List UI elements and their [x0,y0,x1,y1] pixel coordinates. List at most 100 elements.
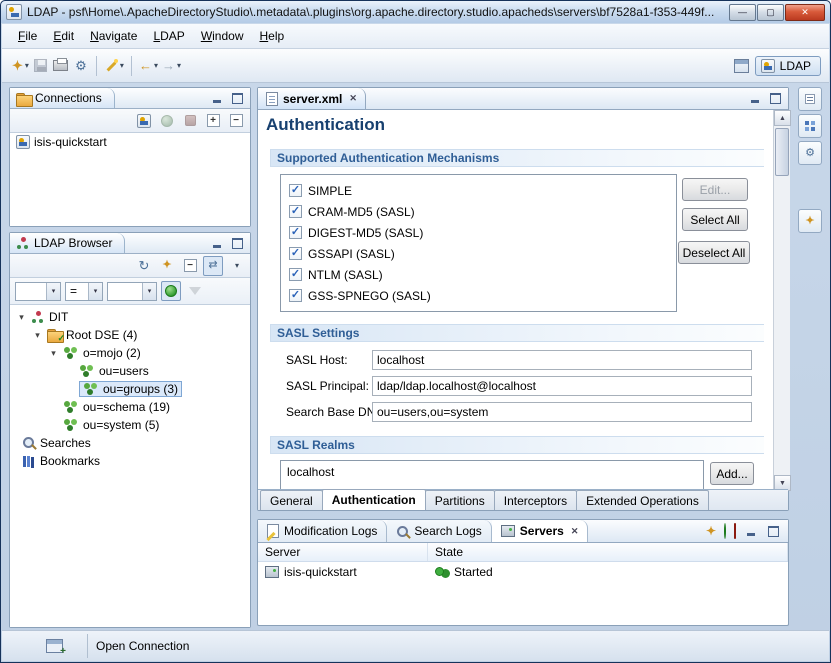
close-connection-button[interactable] [180,111,200,131]
minimize-view-button[interactable] [210,237,224,249]
open-connection-button[interactable] [157,111,177,131]
maximize-button[interactable]: ▢ [757,4,784,21]
selected-tree-item[interactable]: ou=groups (3) [79,381,182,397]
maximize-view-button[interactable] [230,237,244,249]
search-base-dn-input[interactable] [372,402,752,422]
tree-item-dit[interactable]: ▾ DIT [10,308,250,326]
select-all-button[interactable]: Select All [682,208,748,231]
column-header-server[interactable]: Server [258,543,428,561]
sasl-realms-section-header[interactable]: SASL Realms [270,436,764,454]
qs-attribute-combo[interactable]: ▾ [15,282,61,301]
checkbox-checked[interactable]: ✓ [289,184,302,197]
checkbox-checked[interactable]: ✓ [289,226,302,239]
up-level-button[interactable]: ✦ [157,256,177,276]
minimized-view-button-2[interactable] [798,114,822,138]
checkbox-checked[interactable]: ✓ [289,289,302,302]
page-tab-general[interactable]: General [260,490,323,510]
perspective-ldap-button[interactable]: LDAP [755,56,821,76]
minimize-editor-button[interactable] [748,93,762,105]
new-server-button[interactable]: ✦ [706,524,716,538]
minimize-view-button[interactable] [210,92,224,104]
view-menu-button[interactable]: ▾ [226,256,246,276]
print-button[interactable] [51,54,71,78]
column-header-state[interactable]: State [428,543,788,561]
mechanism-row-digest-md5[interactable]: ✓ DIGEST-MD5 (SASL) [289,222,668,243]
sasl-realms-list[interactable]: localhost [280,460,704,491]
deselect-all-button[interactable]: Deselect All [678,241,750,264]
dropdown-icon[interactable]: ▾ [142,283,156,300]
maximize-view-button[interactable] [230,92,244,104]
back-button[interactable]: ← ▾ [137,54,160,78]
tree-item-bookmarks[interactable]: Bookmarks [10,452,250,470]
mechanism-row-ntlm[interactable]: ✓ NTLM (SASL) [289,264,668,285]
new-entry-wizard-button[interactable]: ▾ [102,54,126,78]
editor-scrollbar[interactable]: ▲ ▼ [773,110,790,491]
link-with-editor-button[interactable]: ⇄ [203,256,223,276]
page-tab-partitions[interactable]: Partitions [425,490,495,510]
server-table-row[interactable]: isis-quickstart Started [258,562,788,581]
menu-edit[interactable]: Edit [45,26,82,46]
page-tab-authentication[interactable]: Authentication [322,489,426,510]
mechanisms-section-header[interactable]: Supported Authentication Mechanisms [270,149,764,167]
minimized-view-button-3[interactable]: ⚙ [798,141,822,165]
scroll-up-button[interactable]: ▲ [774,110,791,126]
forward-button[interactable]: → ▾ [160,54,183,78]
qs-value-combo[interactable]: ▾ [107,282,157,301]
stop-server-button[interactable] [734,524,736,538]
menu-help[interactable]: Help [252,26,293,46]
open-perspective-icon[interactable] [734,59,749,73]
mechanism-row-simple[interactable]: ✓ SIMPLE [289,180,668,201]
tree-item-o-mojo[interactable]: ▾ o=mojo (2) [10,344,250,362]
tree-item-root-dse[interactable]: ▾ ✓ Root DSE (4) [10,326,250,344]
minimize-button[interactable]: — [729,4,756,21]
menu-navigate[interactable]: Navigate [82,26,145,46]
tab-search-logs[interactable]: Search Logs [387,520,491,542]
mechanism-row-gss-spnego[interactable]: ✓ GSS-SPNEGO (SASL) [289,285,668,306]
tab-servers[interactable]: Servers ✕ [492,520,589,542]
realm-item[interactable]: localhost [287,465,697,479]
tree-item-ou-schema[interactable]: ou=schema (19) [10,398,250,416]
collapse-all-button[interactable]: − [180,256,200,276]
add-button[interactable]: Add... [710,462,754,485]
collapse-all-button[interactable]: − [226,111,246,131]
close-tab-icon[interactable]: ✕ [571,526,579,537]
tree-item-ou-system[interactable]: ou=system (5) [10,416,250,434]
sasl-settings-section-header[interactable]: SASL Settings [270,324,764,342]
run-quick-search-button[interactable] [161,281,181,301]
ldap-browser-view-tab[interactable]: LDAP Browser [10,233,125,253]
dropdown-icon[interactable]: ▾ [88,283,102,300]
title-bar[interactable]: LDAP - psf\Home\.ApacheDirectoryStudio\.… [1,1,830,23]
sasl-host-input[interactable] [372,350,752,370]
checkbox-checked[interactable]: ✓ [289,205,302,218]
page-tab-interceptors[interactable]: Interceptors [494,490,577,510]
maximize-view-button[interactable] [766,525,780,537]
minimized-view-button-4[interactable]: ✦ [798,209,822,233]
minimize-view-button[interactable] [744,525,758,537]
checkbox-checked[interactable]: ✓ [289,268,302,281]
fast-view-dock-icon[interactable] [46,639,63,653]
close-button[interactable]: ✕ [785,4,825,21]
checkbox-checked[interactable]: ✓ [289,247,302,260]
menu-ldap[interactable]: LDAP [145,26,192,46]
menu-file[interactable]: File [10,26,45,46]
expand-all-button[interactable]: + [203,111,223,131]
run-server-button[interactable] [724,524,726,538]
close-tab-icon[interactable]: ✕ [349,93,357,104]
menu-window[interactable]: Window [193,26,252,46]
tree-item-ou-users[interactable]: ou=users [10,362,250,380]
tree-item-searches[interactable]: Searches [10,434,250,452]
maximize-editor-button[interactable] [768,93,782,105]
expander-icon[interactable]: ▾ [48,348,59,359]
new-connection-button[interactable] [134,111,154,131]
editor-tab-server-xml[interactable]: server.xml ✕ [258,88,366,109]
dropdown-icon[interactable]: ▾ [46,283,60,300]
scrollbar-thumb[interactable] [775,128,789,176]
minimized-view-button-1[interactable] [798,87,822,111]
settings-button[interactable]: ⚙ [71,54,91,78]
connection-item[interactable]: isis-quickstart [10,133,250,151]
refresh-button[interactable]: ↻ [134,256,154,276]
expander-icon[interactable]: ▾ [16,312,27,323]
qs-operator-combo[interactable]: = ▾ [65,282,103,301]
tab-modification-logs[interactable]: Modification Logs [258,520,387,542]
mechanisms-list[interactable]: ✓ SIMPLE ✓ CRAM-MD5 (SASL) ✓ DIGEST-MD5 … [280,174,677,312]
